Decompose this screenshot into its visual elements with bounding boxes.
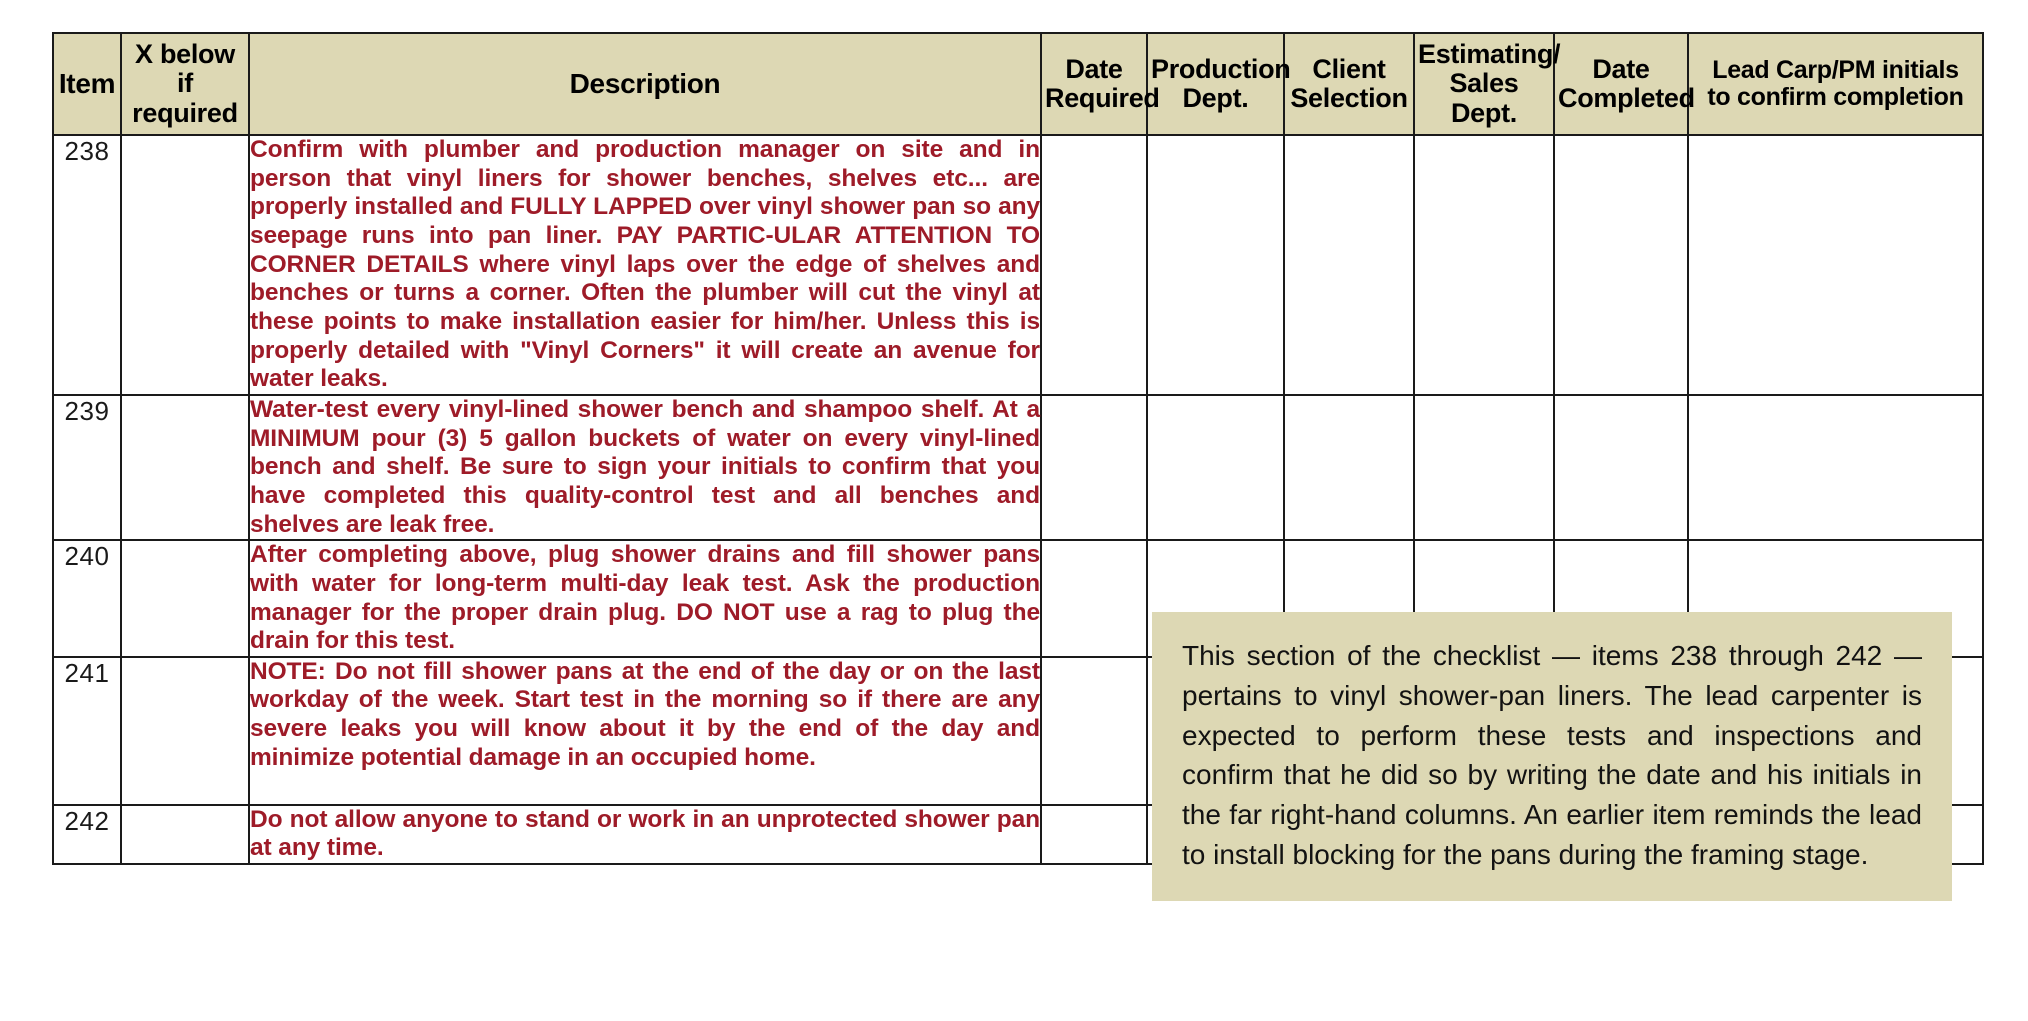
- row-production-dept-cell[interactable]: [1146, 134, 1285, 396]
- header-description-line1: Description: [569, 67, 721, 99]
- header-x-required-line2: required: [132, 97, 238, 128]
- row-client-selection-cell[interactable]: [1283, 134, 1415, 396]
- header-x-required-line1: X below if: [135, 39, 235, 99]
- row-lead-initials-cell[interactable]: [1687, 134, 1984, 396]
- row-x-required-cell[interactable]: [120, 539, 250, 658]
- table-row: 238 Confirm with plumber and production …: [52, 134, 1984, 396]
- row-estimating-sales-cell[interactable]: [1413, 134, 1555, 396]
- header-date-completed: Date Completed: [1553, 32, 1695, 136]
- header-client-selection-line2: Selection: [1290, 83, 1408, 113]
- row-item-number: 239: [52, 393, 122, 542]
- header-estimating-sales-line2: Sales Dept.: [1449, 68, 1519, 128]
- header-item-line1: Item: [58, 67, 116, 99]
- row-item-number: 240: [52, 539, 122, 658]
- row-description: After completing above, plug shower drai…: [248, 539, 1042, 658]
- table-header-row: Item X below if required Description Dat…: [52, 32, 1984, 136]
- row-description: Confirm with plumber and production mana…: [248, 134, 1042, 396]
- header-date-required: Date Required: [1040, 32, 1160, 136]
- row-x-required-cell[interactable]: [120, 134, 250, 396]
- checklist-page: Item X below if required Description Dat…: [0, 0, 2028, 1021]
- header-date-completed-line2: Completed: [1558, 83, 1695, 113]
- header-date-required-line1: Date: [1065, 53, 1123, 84]
- header-x-required: X below if required: [120, 32, 250, 136]
- annotation-callout: This section of the checklist — items 23…: [1152, 612, 1952, 901]
- row-item-number: 242: [52, 803, 122, 866]
- row-date-completed-cell[interactable]: [1553, 134, 1689, 396]
- row-x-required-cell[interactable]: [120, 803, 250, 866]
- row-item-number: 241: [52, 655, 122, 806]
- annotation-callout-text: This section of the checklist — items 23…: [1182, 640, 1922, 870]
- header-item: Item: [52, 32, 122, 136]
- row-x-required-cell[interactable]: [120, 655, 250, 806]
- header-production-dept-line2: Dept.: [1182, 83, 1249, 113]
- row-description: NOTE: Do not fill shower pans at the end…: [248, 655, 1042, 806]
- row-estimating-sales-cell[interactable]: [1413, 393, 1555, 542]
- header-estimating-sales-line1: Estimating/: [1418, 39, 1561, 70]
- header-estimating-sales-dept: Estimating/ Sales Dept.: [1413, 32, 1561, 136]
- row-x-required-cell[interactable]: [120, 393, 250, 542]
- header-date-completed-line1: Date: [1592, 53, 1650, 84]
- row-date-required-cell[interactable]: [1040, 539, 1148, 658]
- header-lead-carp-line2: to confirm completion: [1707, 83, 1964, 111]
- row-date-required-cell[interactable]: [1040, 134, 1148, 396]
- row-lead-initials-cell[interactable]: [1687, 393, 1984, 542]
- row-date-required-cell[interactable]: [1040, 655, 1148, 806]
- header-lead-carp-initials: Lead Carp/PM initials to confirm complet…: [1687, 32, 1984, 136]
- header-production-dept: Production Dept.: [1146, 32, 1291, 136]
- row-date-required-cell[interactable]: [1040, 393, 1148, 542]
- header-client-selection: Client Selection: [1283, 32, 1415, 136]
- header-production-dept-line1: Production: [1151, 53, 1291, 84]
- header-lead-carp-line1: Lead Carp/PM initials: [1712, 56, 1959, 84]
- row-description: Do not allow anyone to stand or work in …: [248, 803, 1042, 866]
- header-date-required-line2: Required: [1045, 83, 1160, 113]
- row-client-selection-cell[interactable]: [1283, 393, 1415, 542]
- row-description: Water-test every vinyl-lined shower benc…: [248, 393, 1042, 542]
- row-production-dept-cell[interactable]: [1146, 393, 1285, 542]
- header-client-selection-line1: Client: [1312, 53, 1386, 84]
- row-date-required-cell[interactable]: [1040, 803, 1148, 866]
- row-item-number: 238: [52, 134, 122, 396]
- header-description: Description: [248, 32, 1042, 136]
- row-date-completed-cell[interactable]: [1553, 393, 1689, 542]
- table-row: 239 Water-test every vinyl-lined shower …: [52, 393, 1984, 542]
